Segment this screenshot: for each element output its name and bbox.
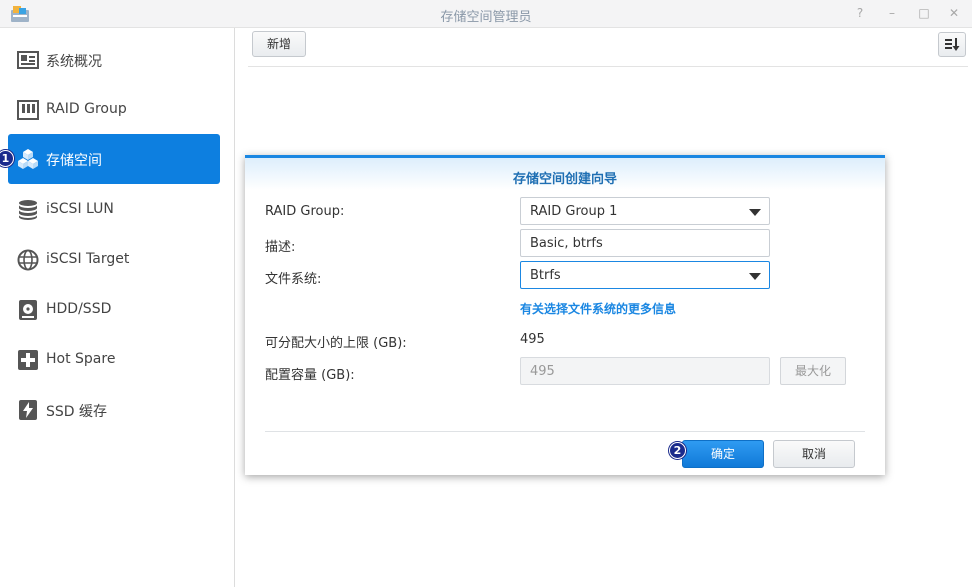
sidebar-item-label: iSCSI Target [46, 251, 130, 267]
toolbar-divider [248, 66, 968, 67]
sort-icon [945, 38, 960, 51]
hdd-icon [19, 300, 37, 320]
sidebar-item-label: RAID Group [46, 101, 127, 117]
sidebar-item-iscsi-lun[interactable]: iSCSI LUN [8, 185, 220, 235]
sidebar-item-label: iSCSI LUN [46, 201, 114, 217]
sidebar: 系统概况 RAID Group 存储空间 iSCSI LUN iSCSI Tar… [0, 28, 235, 587]
step-badge-2: 2 [669, 442, 686, 459]
chevron-down-icon [749, 273, 761, 280]
minimize-icon[interactable]: – [885, 6, 899, 20]
filesystem-select[interactable]: Btrfs [520, 261, 770, 289]
description-input[interactable]: Basic, btrfs [520, 229, 770, 257]
maximize-button: 最大化 [780, 357, 846, 385]
create-button[interactable]: 新增 [252, 31, 306, 57]
globe-icon [17, 249, 39, 271]
description-label: 描述: [265, 240, 296, 255]
sidebar-item-label: 系统概况 [46, 54, 102, 70]
overview-icon [17, 51, 39, 69]
capacity-value: 495 [530, 364, 555, 379]
raid-group-select[interactable]: RAID Group 1 [520, 197, 770, 225]
sidebar-item-iscsi-target[interactable]: iSCSI Target [8, 235, 220, 285]
help-icon[interactable]: ? [853, 6, 867, 20]
sidebar-item-hot-spare[interactable]: Hot Spare [8, 335, 220, 385]
capacity-input: 495 [520, 357, 770, 385]
sidebar-item-raid-group[interactable]: RAID Group [8, 85, 220, 135]
plus-box-icon [18, 350, 38, 370]
dialog-title: 存储空间创建向导 [512, 172, 617, 187]
chevron-down-icon [749, 209, 761, 216]
filesystem-label: 文件系统: [265, 272, 322, 287]
sidebar-item-label: SSD 缓存 [46, 404, 108, 420]
raid-group-value: RAID Group 1 [530, 204, 618, 219]
sidebar-item-label: HDD/SSD [46, 301, 112, 317]
sidebar-item-overview[interactable]: 系统概况 [8, 35, 220, 85]
max-alloc-label: 可分配大小的上限 (GB): [265, 336, 407, 351]
filesystem-value: Btrfs [530, 268, 561, 283]
window-title: 存储空间管理员 [440, 10, 532, 25]
cancel-button[interactable]: 取消 [773, 440, 855, 468]
title-bar: 存储空间管理员 ? – □ ✕ [0, 0, 972, 28]
lightning-drive-icon [19, 400, 37, 420]
raid-group-icon [17, 100, 39, 120]
sidebar-item-ssd-cache[interactable]: SSD 缓存 [8, 385, 220, 435]
create-volume-wizard-dialog: 存储空间创建向导 RAID Group: RAID Group 1 描述: Ba… [245, 155, 885, 475]
raid-group-label: RAID Group: [265, 204, 345, 219]
capacity-label: 配置容量 (GB): [265, 368, 355, 383]
maximize-icon[interactable]: □ [917, 6, 931, 20]
sort-button[interactable] [938, 32, 966, 57]
sidebar-item-label: 存储空间 [46, 153, 102, 169]
database-icon [19, 200, 37, 220]
dialog-divider [265, 431, 865, 432]
sidebar-item-hdd-ssd[interactable]: HDD/SSD [8, 285, 220, 335]
filesystem-info-link[interactable]: 有关选择文件系统的更多信息 [520, 300, 676, 317]
volume-cubes-icon [18, 149, 38, 169]
max-alloc-value: 495 [520, 332, 545, 347]
sidebar-item-volume[interactable]: 存储空间 [8, 134, 220, 184]
dialog-header: 存储空间创建向导 [245, 158, 885, 190]
ok-button[interactable]: 确定 [682, 440, 764, 468]
description-value: Basic, btrfs [530, 236, 603, 251]
close-icon[interactable]: ✕ [947, 6, 961, 20]
sidebar-item-label: Hot Spare [46, 351, 116, 367]
